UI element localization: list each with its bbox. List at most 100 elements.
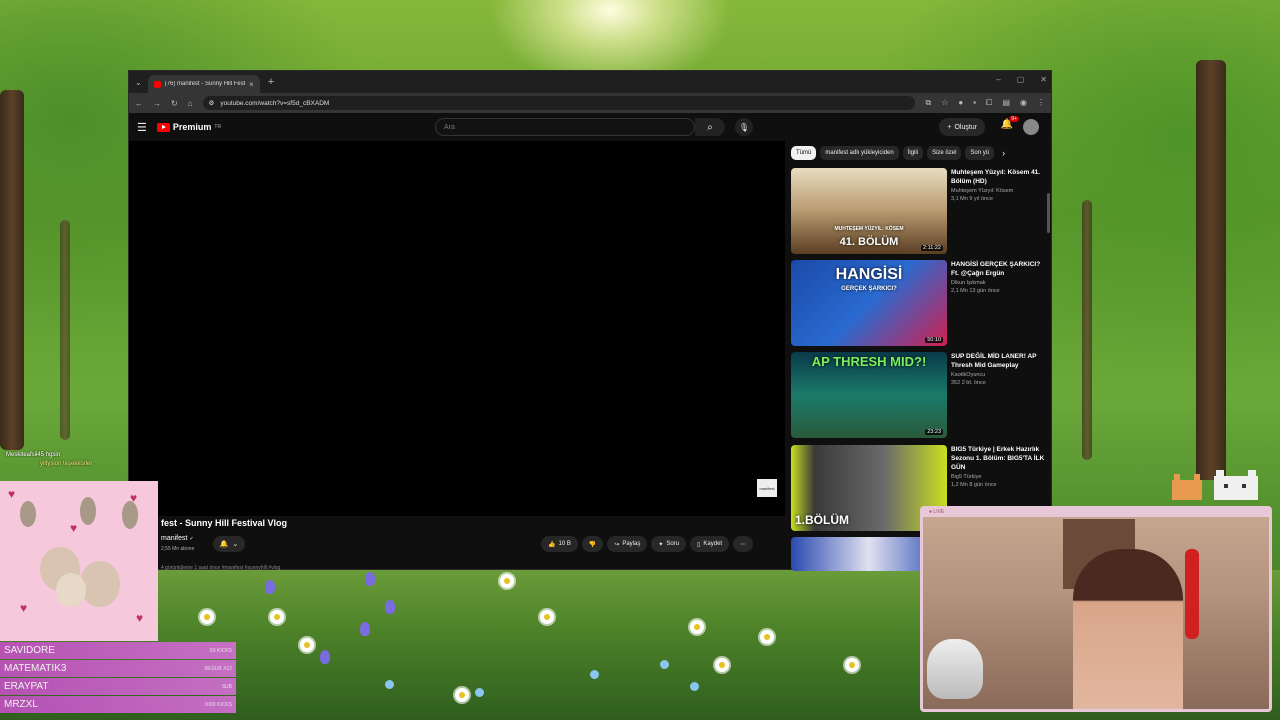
pixel-cats-decoration [1172,470,1258,500]
close-window-icon[interactable]: ✕ [1040,75,1047,84]
chip-uploader[interactable]: manifest adlı yükleyiciden [820,146,899,160]
tree-trunk [1196,60,1226,480]
gifter-row: MATEMATIK3 RESUB X12 [0,660,236,677]
ask-button[interactable]: ✦ Soru [651,536,687,552]
tab-bar: ⌄ (76) manifest - Sunny Hill Festi... × … [129,71,1051,93]
new-tab-icon[interactable]: + [268,76,274,88]
search-button[interactable]: ⌕ [695,118,725,136]
gifter-value: SUB [221,683,232,690]
url-field[interactable]: ⚙ youtube.com/watch?v=sf5d_cBXADM [202,96,916,110]
video-meta: 1,2 Mn 8 gün önce [951,482,997,488]
page-scrollbar[interactable] [1047,193,1050,233]
video-thumbnail[interactable]: MUHTEŞEM YÜZYIL: KÖSEM 41. BÖLÜM 2:11:22 [791,168,947,254]
dislike-button[interactable]: 👎 [581,536,604,552]
channel-watermark[interactable]: manifest [757,479,777,497]
recommended-video[interactable]: AP THRESH MID?! 23:23 SUP DEĞİL MİD LANE… [791,352,1049,438]
profile-icon[interactable]: ◉ [1020,98,1027,108]
notification-count: 9+ [1009,116,1019,122]
video-meta: 352 2 bt. önce [951,380,986,386]
gifter-value: RESUB X12 [204,665,232,672]
thumbnail-caption: HANGİSİ [835,266,903,283]
video-thumbnail[interactable]: AP THRESH MID?! 23:23 [791,352,947,438]
back-icon[interactable]: ← [135,99,143,108]
site-info-icon[interactable]: ⚙ [209,99,215,107]
recommended-video[interactable]: HANGİSİ GERÇEK ŞARKICI? 50:10 HANGİSİ GE… [791,260,1049,346]
extension-icon[interactable]: ● [958,98,963,108]
cat-sticker [927,639,983,699]
channel-name[interactable]: manifest ✔ [161,535,194,542]
home-icon[interactable]: ⌂ [188,99,193,108]
browser-tab[interactable]: (76) manifest - Sunny Hill Festi... × [147,75,260,93]
video-channel[interactable]: Muhteşem Yüzyıl: Kösem [951,188,1049,194]
recommended-video[interactable]: MUHTEŞEM YÜZYIL: KÖSEM 41. BÖLÜM 2:11:22… [791,168,1049,254]
extension-icon[interactable]: ▪ [973,98,976,108]
video-meta: 2,1 Mn 13 gün önce [951,288,1000,294]
forward-icon[interactable]: → [153,99,161,108]
video-description[interactable]: 4 görüntüleme 1 saat önce #manifest #sun… [161,565,280,571]
chip-all[interactable]: Tümü [791,146,817,160]
search-input[interactable]: Ara [435,118,695,136]
more-actions-button[interactable]: ⋯ [733,536,754,552]
subscription-bell-button[interactable]: 🔔 ⌄ [213,536,245,552]
gifter-name: MATEMATIK3 [4,663,67,674]
gifter-row: SAVIDORE 50 KICKS [0,642,236,659]
chip-related[interactable]: İlgili [902,146,924,160]
video-title[interactable]: HANGİSİ GERÇEK ŞARKICI? Ft. @Çağrı Ergün [951,260,1049,278]
video-channel[interactable]: KaotikOyuncu [951,372,1049,378]
minimize-icon[interactable]: – [996,75,1000,84]
plus-icon: + [947,123,952,131]
gifter-name: ERAYPAT [4,681,49,692]
video-title[interactable]: Muhteşem Yüzyıl: Kösem 41. Bölüm (HD) [951,168,1049,186]
video-channel[interactable]: Dikun Işıkmak [951,280,1049,286]
extensions-puzzle-icon[interactable]: ⧠ [986,98,992,108]
address-bar-row: ← → ↻ ⌂ ⚙ youtube.com/watch?v=sf5d_cBXAD… [129,93,1051,113]
video-title[interactable]: SUP DEĞİL MİD LANER! AP Thresh Mid Gamep… [951,352,1049,370]
chevron-right-icon[interactable]: › [1002,148,1005,158]
chip-for-you[interactable]: Size özel [927,146,962,160]
thumbs-down-icon: 👎 [588,541,597,548]
reload-icon[interactable]: ↻ [171,99,178,108]
video-channel[interactable]: Big5 Türkiye [951,474,1049,480]
video-duration: 23:23 [925,429,943,435]
menu-icon[interactable]: ☰ [137,121,147,134]
video-thumbnail[interactable]: HANGİSİ GERÇEK ŞARKICI? 50:10 [791,260,947,346]
youtube-favicon-icon [153,80,161,88]
account-avatar[interactable] [1023,119,1039,135]
logo-country: TR [214,124,222,130]
verified-icon: ✔ [189,536,194,542]
like-button[interactable]: 👍 10 B [541,536,578,552]
youtube-logo[interactable]: Premium TR [156,122,222,132]
ask-label: Soru [666,541,680,547]
gifters-leaderboard: SAVIDORE 50 KICKS MATEMATIK3 RESUB X12 E… [0,642,236,720]
tab-list-chevron-icon[interactable]: ⌄ [135,78,142,87]
window-controls: – ▢ ✕ [996,75,1047,84]
subscriber-count: 2,55 Mn abone [161,546,195,552]
save-label: Kaydet [703,541,723,547]
webcam-frame: ● LIVE [920,506,1272,712]
install-icon[interactable]: ⧉ [925,98,931,108]
tab-title: (76) manifest - Sunny Hill Festi... [164,81,246,87]
thumbs-up-icon: 👍 [548,541,556,548]
chat-message: yiltysion teşekkürler [40,461,93,467]
gifter-value: 50 KICKS [210,647,232,654]
sidebar-icon[interactable]: ▤ [1002,98,1010,108]
cat-gif-panel: ♥ ♥ ♥ ♥ ♥ [0,481,158,641]
save-button[interactable]: ▯ Kaydet [690,536,730,552]
close-tab-icon[interactable]: × [249,80,254,89]
maximize-icon[interactable]: ▢ [1017,75,1025,84]
thumbnail-caption: 1.BÖLÜM [795,513,849,527]
browser-menu-icon[interactable]: ⋮ [1037,98,1045,108]
share-button[interactable]: ↪ Paylaş [607,536,648,552]
like-count: 10 B [558,541,571,547]
bookmark-star-icon[interactable]: ☆ [941,98,948,108]
voice-search-button[interactable]: 🎙 [735,118,753,136]
video-duration: 2:11:22 [921,245,943,251]
gifter-row: ERAYPAT SUB [0,678,236,695]
chip-recent[interactable]: Son yü [965,146,995,160]
create-button[interactable]: + Oluştur [939,118,985,136]
gifter-name: SAVIDORE [4,645,55,656]
video-title[interactable]: BIG5 Türkiye | Erkek Hazırlık Sezonu 1. … [951,445,1049,472]
video-player[interactable] [129,141,785,516]
video-info: SUP DEĞİL MİD LANER! AP Thresh Mid Gamep… [951,352,1049,438]
video-title: fest - Sunny Hill Festival Vlog [161,518,288,528]
